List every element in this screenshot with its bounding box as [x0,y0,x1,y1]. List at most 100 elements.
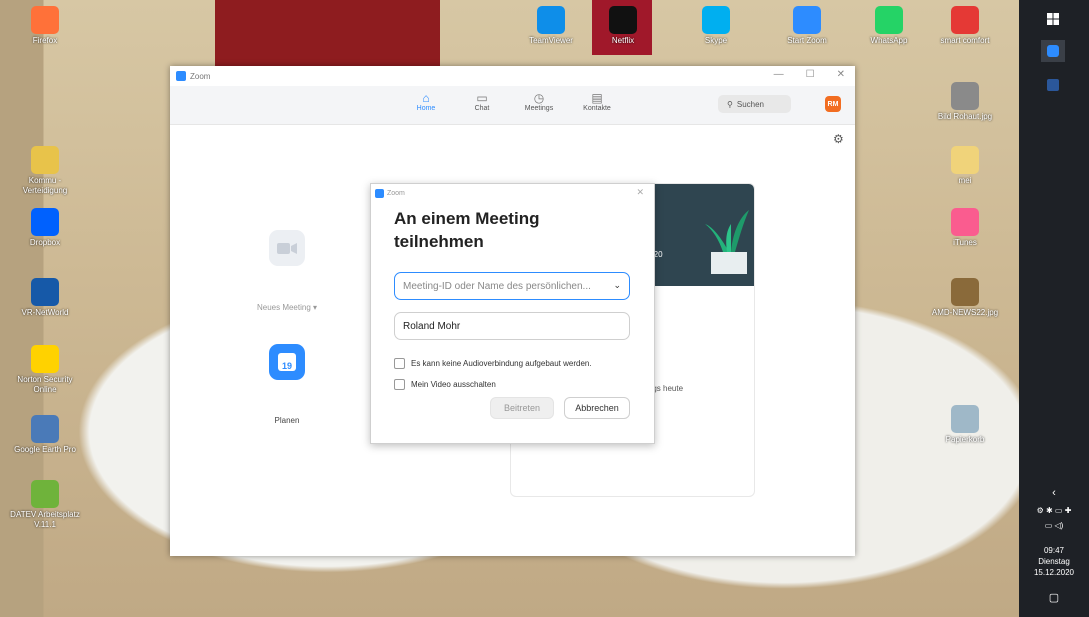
dialog-window-title: Zoom [387,189,405,197]
video-off-checkbox[interactable] [394,379,405,390]
no-audio-checkbox[interactable] [394,358,405,369]
minimize-button[interactable]: — [774,69,784,80]
desktop-icon-label: mei [958,176,972,185]
app-icon [31,278,59,306]
tray-expand-icon[interactable]: ‹ [1019,488,1089,499]
video-camera-icon [277,242,297,254]
schedule-button[interactable]: 19 [269,344,305,380]
taskbar-zoom[interactable] [1041,40,1065,62]
start-button[interactable] [1041,8,1065,30]
home-icon: ⌂ [422,91,430,105]
desktop-icon-label: Papierkorb [945,435,985,444]
cancel-button[interactable]: Abbrechen [564,397,630,419]
desktop-icon-label: Start Zoom [787,36,827,45]
dialog-titlebar: Zoom [371,184,654,202]
app-icon [31,480,59,508]
app-icon [875,6,903,34]
no-audio-label: Es kann keine Audioverbindung aufgebaut … [411,359,592,368]
option-video-off[interactable]: Mein Video ausschalten [394,379,496,390]
chevron-down-icon[interactable]: ⌄ [613,280,621,291]
new-meeting-text: Neues Meeting [256,303,311,312]
plant-illustration-icon [705,210,749,274]
schedule-label[interactable]: Planen [242,416,332,425]
desktop-icon[interactable]: Netflix [586,6,660,46]
desktop-icon[interactable]: Bild Rohaut.jpg [928,82,1002,122]
desktop-icon[interactable]: Skype [679,6,753,46]
notifications-icon[interactable]: ▢ [1019,593,1089,604]
desktop-icon-label: Google Earth Pro [14,445,76,454]
desktop-icon[interactable]: Firefox [8,6,82,46]
avatar[interactable]: RM [825,96,841,112]
new-meeting-button[interactable] [269,230,305,266]
dialog-close-button[interactable]: ✕ [636,187,644,198]
tab-label: Meetings [524,105,554,112]
window-controls: — ☐ ✕ [774,69,845,80]
tab-label: Chat [474,105,490,112]
desktop-icon[interactable]: Kommu - Verteidigung [8,146,82,196]
tab-meetings[interactable]: ◷ Meetings [519,91,559,112]
desktop-icon-label: smart comfort [940,36,990,45]
tab-chat[interactable]: ▭ Chat [462,91,502,112]
desktop-icon[interactable]: smart comfort [928,6,1002,46]
zoom-logo-icon [375,188,384,198]
clock[interactable]: 09:47 Dienstag 15.12.2020 [1019,545,1089,578]
name-input[interactable]: Roland Mohr [394,312,630,340]
calendar-day: 19 [281,361,292,371]
search-icon: ⚲ [727,99,733,109]
calendar-icon: 19 [278,353,296,371]
tab-label: Kontakte [583,105,611,112]
zoom-icon [1047,45,1059,57]
option-no-audio[interactable]: Es kann keine Audioverbindung aufgebaut … [394,358,592,369]
search-input[interactable]: ⚲ Suchen [718,95,791,113]
app-icon [951,405,979,433]
desktop-icon[interactable]: Papierkorb [928,405,1002,445]
desktop-icon[interactable]: iTunes [928,208,1002,248]
wallpaper-detail [215,0,440,70]
desktop-icon[interactable]: VR-NetWorld [8,278,82,318]
meeting-id-input[interactable]: Meeting-ID oder Name des persönlichen...… [394,272,630,300]
tab-contacts[interactable]: ▤ Kontakte [577,91,617,112]
join-meeting-dialog: Zoom ✕ An einem Meeting teilnehmen Meeti… [370,183,655,444]
desktop-icon[interactable]: WhatsApp [852,6,926,46]
contacts-icon: ▤ [591,91,603,105]
name-value: Roland Mohr [403,320,461,332]
zoom-window-title: Zoom [190,71,211,81]
clock-date: 15.12.2020 [1033,568,1075,577]
app-icon [31,345,59,373]
tray-icons[interactable]: ⚙ ✱ ▭ ✚ [1019,505,1089,516]
join-button[interactable]: Beitreten [490,397,554,419]
app-icon [951,278,979,306]
maximize-button[interactable]: ☐ [806,69,815,80]
app-icon [951,6,979,34]
desktop-icon[interactable]: Norton Security Online [8,345,82,395]
volume-icon[interactable]: ▭ ◁) [1019,520,1089,531]
close-button[interactable]: ✕ [837,69,845,80]
tab-home[interactable]: ⌂ Home [406,91,446,112]
desktop-icon[interactable]: TeamViewer [514,6,588,46]
app-icon [31,6,59,34]
tab-label: Home [416,105,436,112]
desktop-icon[interactable]: Start Zoom [770,6,844,46]
app-icon [793,6,821,34]
desktop-icon[interactable]: mei [928,146,1002,186]
desktop-icon[interactable]: Google Earth Pro [8,415,82,455]
desktop-icon[interactable]: DATEV Arbeitsplatz V.11.1 [8,480,82,530]
app-icon [951,146,979,174]
desktop-icon-label: Kommu - Verteidigung [22,176,68,195]
desktop-icon[interactable]: AMD-NEWS22.jpg [928,278,1002,318]
chat-icon: ▭ [476,91,488,105]
search-placeholder: Suchen [736,99,764,109]
chevron-down-icon: ▾ [313,303,318,312]
desktop-icon-label: iTunes [953,238,977,247]
app-icon [609,6,637,34]
app-icon [951,208,979,236]
settings-gear-icon[interactable]: ⚙ [833,132,844,146]
clock-icon: ◷ [533,91,545,105]
taskbar-word[interactable] [1041,74,1065,96]
desktop-icon-label: Norton Security Online [17,375,73,394]
clock-time: 09:47 [1043,546,1065,555]
desktop-icon-label: TeamViewer [529,36,573,45]
desktop-icon[interactable]: Dropbox [8,208,82,248]
video-off-label: Mein Video ausschalten [411,380,496,389]
new-meeting-label[interactable]: Neues Meeting ▾ [242,303,332,312]
